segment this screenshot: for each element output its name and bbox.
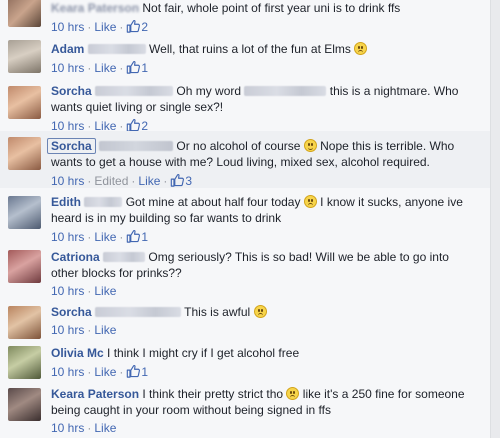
comment-text: Olivia Mc I think I might cry if I get a… bbox=[51, 346, 300, 360]
comment-meta: 10 hrs · Like · 1 bbox=[51, 365, 149, 379]
comment-meta: 10 hrs · Like · 2 bbox=[51, 20, 149, 34]
timestamp-link[interactable]: 10 hrs bbox=[51, 61, 84, 75]
thumbs-up-icon bbox=[126, 19, 140, 33]
frown-emoji-icon bbox=[253, 305, 267, 318]
timestamp-link[interactable]: 10 hrs bbox=[51, 284, 84, 298]
avatar[interactable] bbox=[8, 196, 41, 229]
comment-author[interactable]: Sorcha bbox=[51, 84, 92, 98]
comment-author[interactable]: Keara Paterson bbox=[51, 387, 139, 401]
redacted-name bbox=[103, 252, 146, 262]
timestamp-link[interactable]: 10 hrs bbox=[51, 365, 84, 379]
comment-meta: 10 hrs · Like bbox=[51, 421, 117, 435]
avatar[interactable] bbox=[8, 346, 41, 379]
like-button[interactable]: Like bbox=[94, 323, 116, 337]
comment: Sorcha Oh my word this is a nightmare. W… bbox=[0, 82, 490, 133]
like-button[interactable]: Like bbox=[94, 20, 116, 34]
comment-meta: 10 hrs · Like bbox=[51, 323, 117, 337]
redacted-name bbox=[244, 86, 327, 96]
avatar[interactable] bbox=[8, 388, 41, 421]
comment-author[interactable]: Keara Paterson bbox=[51, 1, 139, 15]
avatar[interactable] bbox=[8, 0, 41, 27]
avatar[interactable] bbox=[8, 86, 41, 119]
comment-text: Keara Paterson Not fair, whole point of … bbox=[51, 1, 401, 15]
thumbs-up-icon bbox=[126, 364, 140, 378]
comment-text: Catriona Omg seriously? This is so bad! … bbox=[51, 250, 449, 280]
comment-author[interactable]: Catriona bbox=[51, 250, 100, 264]
scrollbar-track[interactable] bbox=[490, 0, 500, 438]
comment-text: Adam Well, that ruins a lot of the fun a… bbox=[51, 41, 479, 57]
like-count[interactable]: 3 bbox=[170, 174, 192, 188]
like-button[interactable]: Like bbox=[94, 365, 116, 379]
avatar[interactable] bbox=[8, 40, 41, 73]
edited-label[interactable]: Edited bbox=[94, 174, 128, 188]
comment-meta: 10 hrs · Like · 1 bbox=[51, 230, 149, 244]
comment-text: Keara Paterson I think their pretty stri… bbox=[51, 387, 465, 417]
redacted-name bbox=[99, 141, 174, 151]
comment-text: Sorcha This is awful bbox=[51, 304, 479, 320]
comment: Edith Got mine at about half four today … bbox=[0, 190, 490, 244]
comment-text: Edith Got mine at about half four today … bbox=[51, 195, 463, 225]
comment-author[interactable]: Adam bbox=[51, 42, 84, 56]
comment-text: Sorcha Or no alcohol of course Nope this… bbox=[47, 138, 479, 170]
thumbs-up-icon bbox=[170, 173, 184, 187]
comment-author[interactable]: Sorcha bbox=[51, 305, 92, 319]
timestamp-link[interactable]: 10 hrs bbox=[51, 20, 84, 34]
frown-emoji-icon bbox=[303, 195, 317, 208]
comment: Adam Well, that ruins a lot of the fun a… bbox=[0, 38, 490, 82]
like-button[interactable]: Like bbox=[94, 61, 116, 75]
comment: Catriona Omg seriously? This is so bad! … bbox=[0, 244, 490, 298]
like-count[interactable]: 2 bbox=[126, 20, 148, 34]
timestamp-link[interactable]: 10 hrs bbox=[51, 421, 84, 435]
comment-author[interactable]: Sorcha bbox=[47, 138, 96, 154]
avatar[interactable] bbox=[8, 250, 41, 283]
comment: Keara Paterson Not fair, whole point of … bbox=[0, 0, 490, 40]
like-button[interactable]: Like bbox=[94, 421, 116, 435]
like-count[interactable]: 1 bbox=[126, 365, 148, 379]
thumbs-up-icon bbox=[126, 229, 140, 243]
like-count[interactable]: 1 bbox=[126, 61, 148, 75]
redacted-name bbox=[95, 86, 174, 96]
like-button[interactable]: Like bbox=[94, 284, 116, 298]
avatar[interactable] bbox=[8, 306, 41, 339]
comment: Sorcha This is awful 10 hrs · Like bbox=[0, 298, 490, 339]
thumbs-up-icon bbox=[126, 60, 140, 74]
smile-emoji-icon bbox=[303, 139, 317, 152]
comment-author[interactable]: Olivia Mc bbox=[51, 346, 104, 360]
comment-author[interactable]: Edith bbox=[51, 195, 81, 209]
frown-emoji-icon bbox=[354, 42, 368, 55]
thumbs-up-icon bbox=[126, 118, 140, 132]
frown-emoji-icon bbox=[286, 387, 300, 400]
like-count[interactable]: 1 bbox=[126, 230, 148, 244]
redacted-name bbox=[84, 197, 123, 207]
like-button[interactable]: Like bbox=[94, 230, 116, 244]
comment: Keara Paterson I think their pretty stri… bbox=[0, 384, 490, 438]
timestamp-link[interactable]: 10 hrs bbox=[51, 174, 84, 188]
comment: Sorcha Or no alcohol of course Nope this… bbox=[0, 131, 490, 188]
comment: Olivia Mc I think I might cry if I get a… bbox=[0, 342, 490, 382]
timestamp-link[interactable]: 10 hrs bbox=[51, 323, 84, 337]
timestamp-link[interactable]: 10 hrs bbox=[51, 230, 84, 244]
redacted-name bbox=[95, 307, 182, 317]
comment-meta: 10 hrs · Edited · Like · 3 bbox=[51, 174, 193, 188]
like-button[interactable]: Like bbox=[138, 174, 160, 188]
avatar[interactable] bbox=[8, 137, 41, 170]
comment-text: Sorcha Oh my word this is a nightmare. W… bbox=[51, 84, 459, 114]
comment-meta: 10 hrs · Like · 1 bbox=[51, 61, 149, 75]
redacted-name bbox=[87, 44, 146, 54]
comment-meta: 10 hrs · Like bbox=[51, 284, 117, 298]
